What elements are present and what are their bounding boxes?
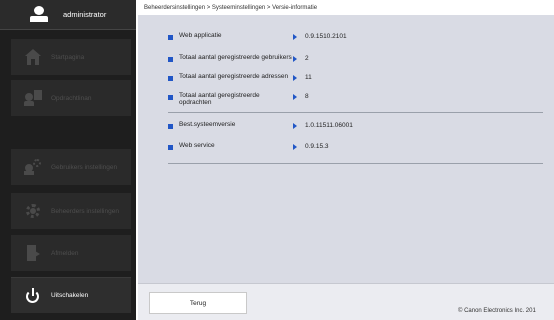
power-icon — [25, 287, 41, 304]
divider — [168, 163, 543, 164]
logout-icon — [25, 245, 41, 261]
gear-icon — [25, 203, 41, 219]
sidebar-item-gebruikers-instellingen[interactable]: Gebruikers instellingen — [11, 149, 131, 185]
home-icon — [25, 49, 41, 65]
user-icon — [30, 5, 48, 24]
info-label: Best.systeemversie — [179, 121, 236, 128]
sidebar-item-beheerders-instellingen[interactable]: Beheerders instellingen — [11, 193, 131, 229]
user-gear-icon — [24, 159, 41, 175]
bullet-icon — [168, 95, 173, 100]
arrow-right-icon — [293, 56, 297, 62]
info-value: 8 — [305, 93, 309, 100]
sidebar-item-startpagina[interactable]: Startpagina — [11, 39, 131, 75]
info-label: Totaal aantal geregistreerde adressen — [179, 73, 289, 80]
main-content: Beheerdersinstellingen > Systeeminstelli… — [138, 0, 554, 320]
footer: Terug © Canon Electronics Inc. 201 — [138, 283, 554, 320]
info-value: 11 — [305, 74, 312, 81]
shutdown-label: Uitschakelen — [51, 292, 89, 299]
sidebar-item-label: Afmelden — [51, 249, 79, 257]
sidebar-item-afmelden[interactable]: Afmelden — [11, 235, 131, 271]
user-name: administrator — [63, 10, 107, 19]
bullet-icon — [168, 124, 173, 129]
bullet-icon — [168, 57, 173, 62]
sidebar-item-label: Beheerders instellingen — [51, 207, 119, 215]
info-label: Web applicatie — [179, 32, 222, 39]
info-label: Totaal aantal geregistreerde opdrachten — [179, 92, 260, 106]
bullet-icon — [168, 76, 173, 81]
sidebar-item-opdrachtlijnen[interactable]: Opdrachtlinan — [11, 80, 131, 116]
info-row-systeemversie: Best.systeemversie 1.0.11511.06001 — [168, 121, 353, 130]
breadcrumb: Beheerdersinstellingen > Systeeminstelli… — [138, 0, 554, 15]
sidebar: administrator Startpagina Opdrachtlinan … — [0, 0, 136, 320]
info-value: 2 — [305, 55, 309, 62]
info-value: 0.9.1510.2101 — [305, 33, 347, 40]
info-row-web-service: Web service 0.9.15.3 — [168, 142, 329, 151]
sidebar-item-label: Gebruikers instellingen — [51, 163, 118, 171]
info-row-opdrachten: Totaal aantal geregistreerde opdrachten … — [168, 92, 309, 106]
user-document-icon — [24, 90, 42, 106]
bullet-icon — [168, 35, 173, 40]
copyright: © Canon Electronics Inc. 201 — [458, 308, 536, 314]
arrow-right-icon — [293, 144, 297, 150]
info-row-web-applicatie: Web applicatie 0.9.1510.2101 — [168, 32, 347, 41]
divider — [168, 112, 543, 113]
arrow-right-icon — [293, 123, 297, 129]
info-value: 0.9.15.3 — [305, 143, 329, 150]
sidebar-item-label: Startpagina — [51, 53, 85, 61]
info-row-gebruikers: Totaal aantal geregistreerde gebruikers … — [168, 54, 309, 63]
shutdown-button[interactable]: Uitschakelen — [11, 277, 131, 313]
arrow-right-icon — [293, 94, 297, 100]
arrow-right-icon — [293, 75, 297, 81]
user-header: administrator — [0, 0, 136, 30]
info-value: 1.0.11511.06001 — [305, 122, 353, 129]
info-label: Totaal aantal geregistreerde gebruikers — [179, 54, 292, 61]
back-button[interactable]: Terug — [149, 292, 247, 314]
bullet-icon — [168, 145, 173, 150]
sidebar-item-label: Opdrachtlinan — [51, 94, 92, 102]
info-row-adressen: Totaal aantal geregistreerde adressen 11 — [168, 73, 312, 82]
info-label: Web service — [179, 142, 215, 149]
arrow-right-icon — [293, 34, 297, 40]
